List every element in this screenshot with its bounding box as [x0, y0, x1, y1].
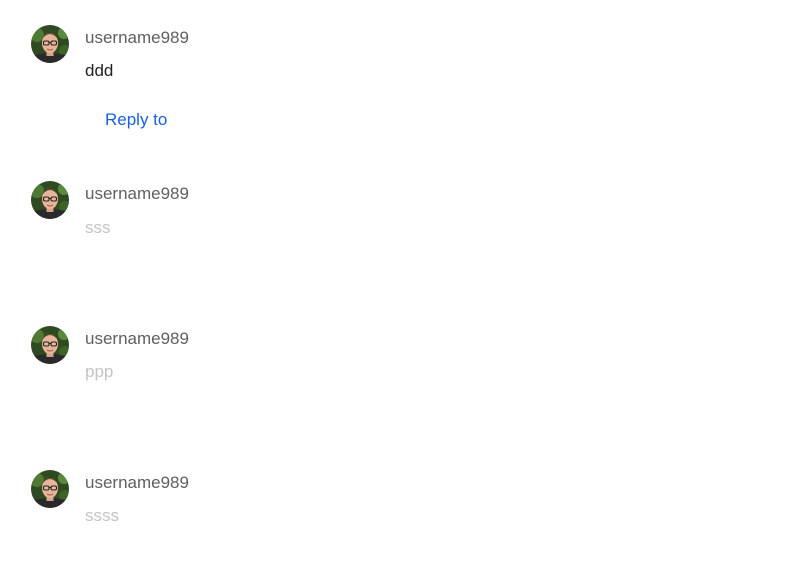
comment-username: username989	[85, 28, 189, 47]
comment-username: username989	[85, 184, 189, 203]
reply-button[interactable]: Reply to	[105, 110, 167, 130]
comment-text: ssss	[85, 506, 119, 525]
user-avatar-icon[interactable]	[31, 470, 69, 508]
comment-username: username989	[85, 329, 189, 348]
comment-username: username989	[85, 473, 189, 492]
user-avatar-icon[interactable]	[31, 326, 69, 364]
comment-text: ppp	[85, 362, 114, 381]
comment-text: sss	[85, 218, 111, 237]
comment-text: ddd	[85, 61, 114, 80]
user-avatar-icon[interactable]	[31, 25, 69, 63]
user-avatar-icon[interactable]	[31, 181, 69, 219]
